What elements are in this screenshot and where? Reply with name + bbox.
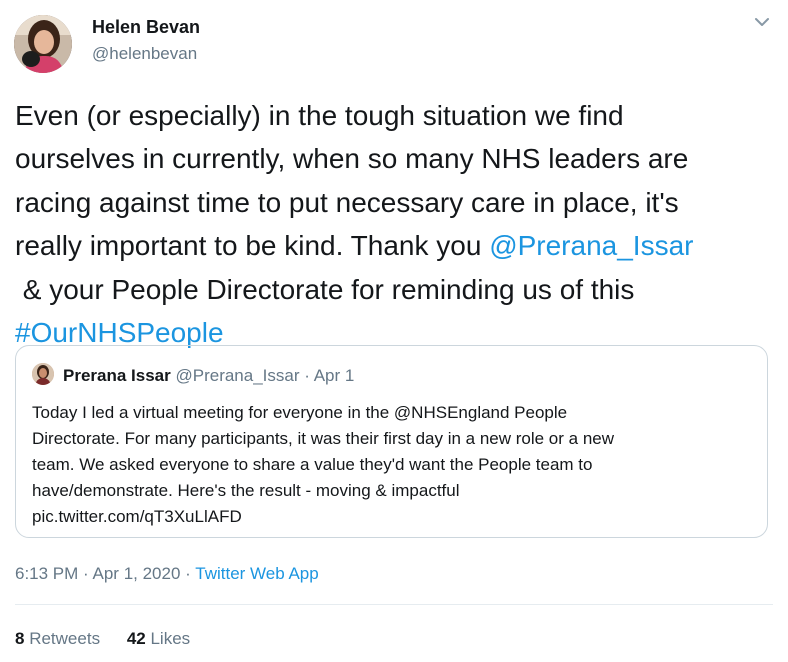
retweets-stat[interactable]: 8 Retweets — [15, 629, 100, 648]
quoted-separator: · — [304, 366, 310, 385]
quoted-text: Today I led a virtual meeting for everyo… — [32, 400, 752, 530]
quoted-line: team. We asked everyone to share a value… — [32, 455, 593, 474]
tweet-text-span: racing against time to put necessary car… — [15, 186, 679, 218]
meta-separator: · — [83, 564, 89, 583]
tweet-line: ourselves in currently, when so many NHS… — [15, 137, 775, 180]
source-app-link[interactable]: Twitter Web App — [195, 564, 318, 583]
quoted-author-avatar[interactable] — [32, 363, 54, 385]
hashtag-link[interactable]: #OurNHSPeople — [15, 317, 224, 348]
quoted-tweet[interactable]: Prerana Issar @Prerana_Issar · Apr 1 Tod… — [15, 345, 768, 538]
tweet-text-span: ourselves in currently, when so many NHS… — [15, 143, 689, 175]
quoted-header: Prerana Issar @Prerana_Issar · Apr 1 — [63, 366, 354, 386]
likes-label: Likes — [150, 629, 191, 648]
quoted-date[interactable]: Apr 1 — [314, 366, 355, 385]
tweet-stats: 8 Retweets 42 Likes — [15, 629, 212, 649]
tweet-line: really important to be kind. Thank you @… — [15, 224, 775, 267]
tweet-line: racing against time to put necessary car… — [15, 181, 775, 224]
tweet-line: & your People Directorate for reminding … — [15, 268, 775, 311]
quoted-author-name[interactable]: Prerana Issar — [63, 366, 171, 385]
avatar-image — [14, 15, 72, 73]
chevron-down-icon[interactable] — [752, 12, 772, 32]
quoted-line: Directorate. For many participants, it w… — [32, 429, 615, 448]
retweets-count: 8 — [15, 629, 25, 648]
tweet-meta: 6:13 PM · Apr 1, 2020 · Twitter Web App — [15, 564, 319, 584]
author-handle[interactable]: @helenbevan — [92, 44, 197, 64]
author-name[interactable]: Helen Bevan — [92, 17, 200, 38]
author-avatar[interactable] — [14, 15, 72, 73]
chevron-down-glyph — [755, 18, 769, 26]
mention-link[interactable]: @Prerana_Issar — [489, 230, 693, 261]
tweet-line: Even (or especially) in the tough situat… — [15, 94, 775, 137]
quoted-avatar-image — [32, 363, 54, 385]
tweet-text-span: Even (or especially) in the tough situat… — [15, 100, 624, 131]
tweet-date[interactable]: Apr 1, 2020 — [93, 564, 181, 583]
divider — [15, 604, 773, 605]
meta-separator: · — [185, 564, 191, 583]
tweet-time[interactable]: 6:13 PM — [15, 564, 78, 583]
quoted-pic-link[interactable]: pic.twitter.com/qT3XuLlAFD — [32, 504, 752, 530]
quoted-line: have/demonstrate. Here's the result - mo… — [32, 481, 460, 500]
quoted-line: Today I led a virtual meeting for everyo… — [32, 403, 568, 422]
tweet-text-span: really important to be kind. Thank you — [15, 230, 490, 262]
quoted-author-handle[interactable]: @Prerana_Issar — [175, 366, 299, 385]
tweet-text-span: & your People Directorate for reminding … — [15, 273, 635, 305]
tweet-text: Even (or especially) in the tough situat… — [15, 94, 775, 354]
likes-count: 42 — [126, 629, 146, 648]
retweets-label: Retweets — [29, 629, 101, 648]
likes-stat[interactable]: 42 Likes — [127, 629, 190, 648]
